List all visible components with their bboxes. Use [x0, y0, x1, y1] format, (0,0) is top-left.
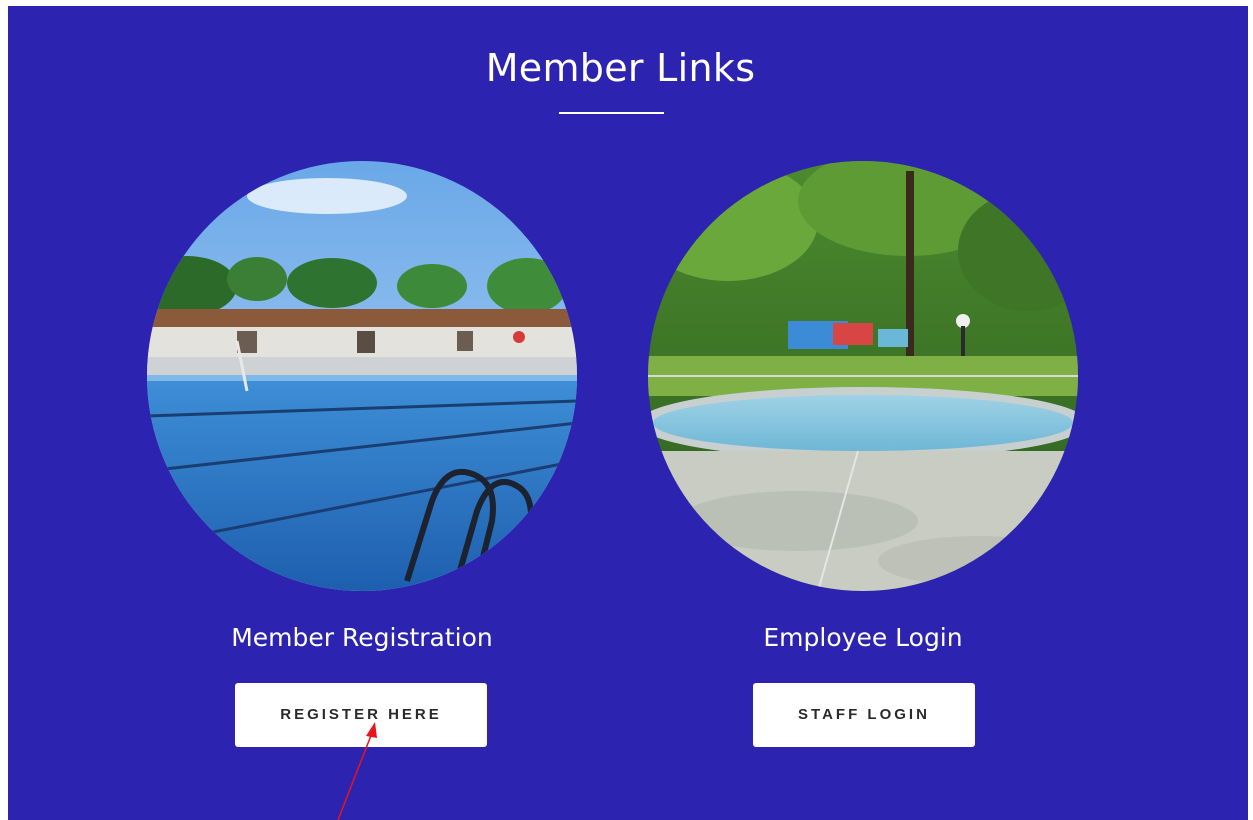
member-registration-title: Member Registration	[231, 623, 493, 652]
employee-login-title: Employee Login	[763, 623, 963, 652]
staff-login-button[interactable]: STAFF LOGIN	[753, 683, 975, 747]
pool-photo	[147, 161, 577, 591]
park-photo	[648, 161, 1078, 591]
section-title: Member Links	[485, 46, 756, 90]
title-divider	[559, 112, 664, 114]
register-here-button[interactable]: REGISTER HERE	[235, 683, 487, 747]
page: Member Links Member Registration REGISTE…	[0, 0, 1253, 820]
member-registration-card: Member Registration REGISTER HERE	[147, 161, 577, 747]
employee-login-card: Employee Login STAFF LOGIN	[648, 161, 1078, 747]
member-links-section: Member Links Member Registration REGISTE…	[8, 6, 1248, 820]
